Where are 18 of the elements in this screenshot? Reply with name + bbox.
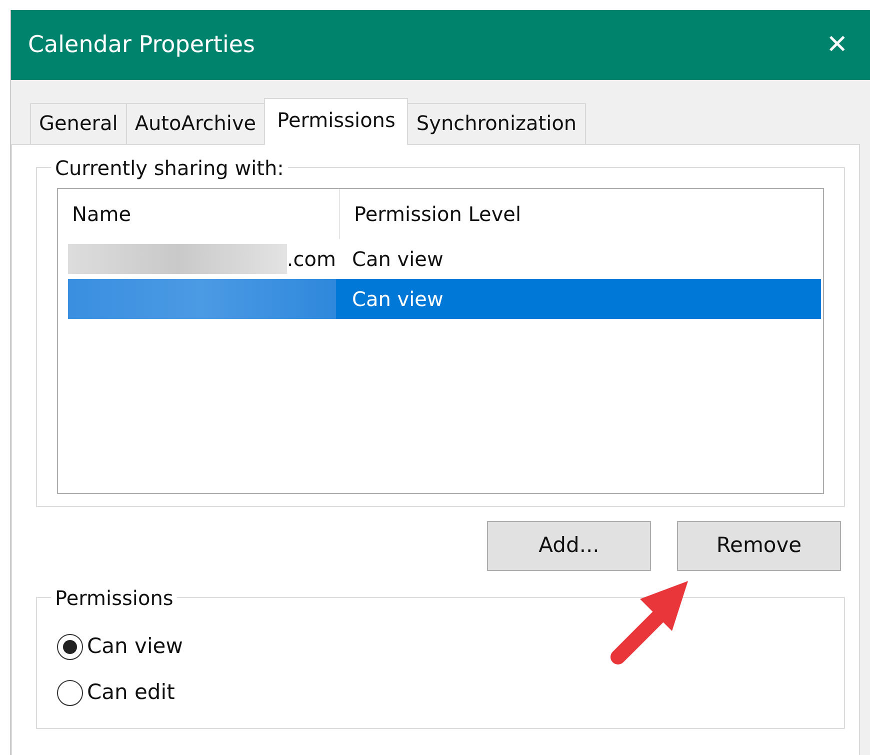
column-header[interactable]: Name [72,199,132,229]
dialog-button[interactable]: Remove [677,521,841,571]
email-text: .com [286,246,336,273]
radio-button[interactable] [57,680,83,706]
close-button[interactable]: ✕ [822,26,852,64]
radio-button[interactable] [57,634,83,660]
radio-label[interactable]: Can view [87,631,183,663]
list-row[interactable]: .com Can view [68,239,821,279]
dialog-button[interactable]: Add... [487,521,651,571]
window-title: Calendar Properties [28,30,255,60]
radio-label[interactable]: Can edit [87,677,175,709]
tab[interactable]: Synchronization [407,103,586,144]
tab[interactable]: General [30,103,127,144]
permission-text: Can view [351,286,444,313]
permission-text: Can view [351,246,444,273]
column-header[interactable]: Permission Level [354,202,522,226]
list-row[interactable]: Can view [68,279,821,319]
tab[interactable]: Permissions [264,98,408,145]
